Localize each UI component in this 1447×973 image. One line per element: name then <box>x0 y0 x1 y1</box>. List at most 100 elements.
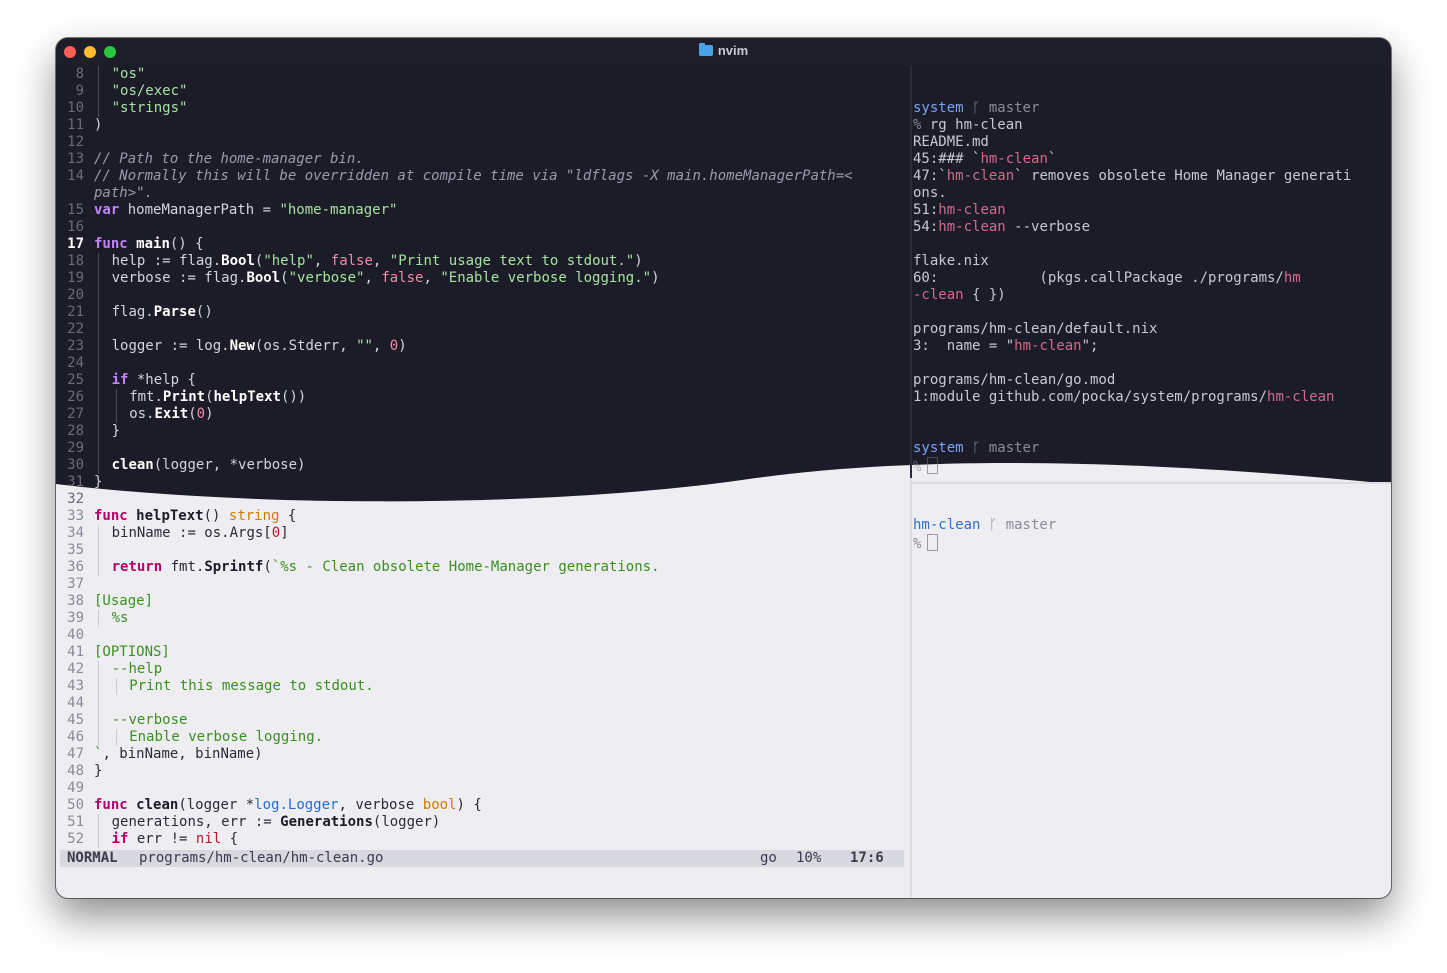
code-line[interactable]: 46 Enable verbose logging. <box>56 729 908 746</box>
code-line[interactable]: 37 <box>56 576 908 593</box>
terminal-token: hm-clean <box>946 168 1015 184</box>
code-token: ()) <box>280 389 307 405</box>
code-line[interactable]: 50 func clean(logger *log.Logger, verbose… <box>56 797 908 814</box>
code-text: "os/exec" <box>112 83 188 100</box>
code-line[interactable]: 10 "strings" <box>56 100 908 117</box>
code-line[interactable]: 24 <box>56 355 908 372</box>
line-number: 12 <box>67 134 84 150</box>
code-token: generations, err := <box>111 814 281 830</box>
code-line[interactable]: 21 flag.Parse() <box>56 304 908 321</box>
terminal-pane-bottom[interactable]: hm-clean ᚴ master% <box>913 517 1391 552</box>
code-line[interactable]: 23 logger := log.New(os.Stderr, "", 0) <box>56 338 908 355</box>
code-line[interactable]: 52 if err != nil { <box>56 831 908 848</box>
code-line[interactable]: 43 Print this message to stdout. <box>56 678 908 695</box>
editor-pane[interactable]: 8 "os" 9 "os/exec" 10 "strings" 11) 12 13// Path… <box>56 66 908 848</box>
code-line[interactable]: 25 if *help { <box>56 372 908 389</box>
code-token: `%s - Clean obsolete Home-Manager genera… <box>271 559 660 575</box>
code-line[interactable]: 17 func main() { <box>56 236 908 253</box>
indent-guide <box>98 83 99 100</box>
code-line[interactable]: 12 <box>56 134 908 151</box>
code-text: ) <box>94 117 102 134</box>
code-text: Print this message to stdout. <box>129 678 373 695</box>
code-line[interactable]: 42 --help <box>56 661 908 678</box>
code-token: "help" <box>263 253 314 269</box>
code-line[interactable]: 9 "os/exec" <box>56 83 908 100</box>
code-token: ( <box>280 270 289 286</box>
code-line[interactable]: 39 %s <box>56 610 908 627</box>
code-line[interactable]: 22 <box>56 321 908 338</box>
code-token: Exit <box>154 406 189 422</box>
code-token: if <box>111 372 129 388</box>
terminal-token: programs/hm-clean/go.mod <box>913 372 1116 388</box>
line-number: 17 <box>67 236 84 252</box>
terminal-pane-top[interactable]: system ᚴ master% rg hm-clean README.md 45:… <box>913 66 1391 475</box>
terminal-token: system <box>913 100 964 116</box>
code-line[interactable]: 8 "os" <box>56 66 908 83</box>
code-token: , verbose <box>338 797 423 813</box>
code-line[interactable]: 31} <box>56 474 908 491</box>
code-line[interactable]: 16 <box>56 219 908 236</box>
code-line[interactable]: path>". <box>56 185 908 202</box>
code-line[interactable]: 47 `, binName, binName) <box>56 746 908 763</box>
indent-guide <box>115 678 117 695</box>
indent-guide <box>98 253 99 270</box>
code-line[interactable]: 51 generations, err := Generations(logger… <box>56 814 908 831</box>
line-number: 26 <box>67 389 84 405</box>
code-line[interactable]: 18 help := flag.Bool("help", false, "Prin… <box>56 253 908 270</box>
code-line[interactable]: 30 clean(logger, *verbose) <box>56 457 908 474</box>
code-line[interactable]: 40 <box>56 627 908 644</box>
line-number: 29 <box>67 440 84 456</box>
code-line[interactable]: 26 fmt.Print(helpText()) <box>56 389 908 406</box>
scroll-percent: 10% <box>796 850 822 866</box>
code-token: err != <box>128 831 196 847</box>
indent-guide <box>98 729 99 746</box>
line-number: 16 <box>67 219 84 235</box>
terminal-token: 47:` <box>913 168 947 184</box>
code-line[interactable]: 45 --verbose <box>56 712 908 729</box>
line-number: 36 <box>67 559 84 575</box>
code-line[interactable]: 19 verbose := flag.Bool("verbose", false,… <box>56 270 908 287</box>
code-line[interactable]: 44 <box>56 695 908 712</box>
line-number: 34 <box>67 525 84 541</box>
terminal-token: ᚴ master <box>963 100 1040 116</box>
code-line[interactable]: 41 [OPTIONS] <box>56 644 908 661</box>
code-line[interactable]: 29 <box>56 440 908 457</box>
code-line[interactable]: 33 func helpText() string { <box>56 508 908 525</box>
code-line[interactable]: 38 [Usage] <box>56 593 908 610</box>
line-number: 35 <box>67 542 84 558</box>
code-line[interactable]: 32 <box>56 491 908 508</box>
terminal-token: { }) <box>963 287 1006 303</box>
code-text: --verbose <box>112 712 188 729</box>
code-line[interactable]: 49 <box>56 780 908 797</box>
code-line[interactable]: 20 <box>56 287 908 304</box>
terminal-line: 45:### `hm-clean` <box>913 151 1391 168</box>
terminal-line: system ᚴ master <box>913 100 1391 117</box>
code-token: Bool <box>246 270 281 286</box>
terminal-line: ons. <box>913 185 1391 202</box>
terminal-token: hm-clean <box>938 202 1006 218</box>
code-line[interactable]: 11) <box>56 117 908 134</box>
terminal-cursor <box>927 457 939 474</box>
code-line[interactable]: 36 return fmt.Sprintf(`%s - Clean obsolet… <box>56 559 908 576</box>
code-line[interactable]: 35 <box>56 542 908 559</box>
terminal-split-divider[interactable] <box>912 482 1391 484</box>
code-line[interactable]: 48} <box>56 763 908 780</box>
terminal-token: 1:module github.com/pocka/system/program… <box>913 389 1268 405</box>
code-line[interactable]: 13 // Path to the home-manager bin. <box>56 151 908 168</box>
terminal-token: programs/hm-clean/default.nix <box>913 321 1158 337</box>
code-text: logger := log.New(os.Stderr, "", 0) <box>112 338 407 355</box>
line-number: 52 <box>67 831 84 847</box>
code-token: logger := log. <box>111 338 230 354</box>
code-line[interactable]: 27 os.Exit(0) <box>56 406 908 423</box>
code-token: [Usage] <box>94 593 154 609</box>
code-line[interactable]: 28} <box>56 423 908 440</box>
line-number: 42 <box>67 661 84 677</box>
indent-guide <box>98 695 99 712</box>
terminal-token: rg hm-clean <box>929 117 1023 133</box>
code-line[interactable]: 14 // Normally this will be overridden at… <box>56 168 908 185</box>
code-token: Generations <box>280 814 373 830</box>
code-line[interactable]: 15 var homeManagerPath = "home-manager" <box>56 202 908 219</box>
code-line[interactable]: 34 binName := os.Args[0] <box>56 525 908 542</box>
code-token: *help { <box>128 372 196 388</box>
